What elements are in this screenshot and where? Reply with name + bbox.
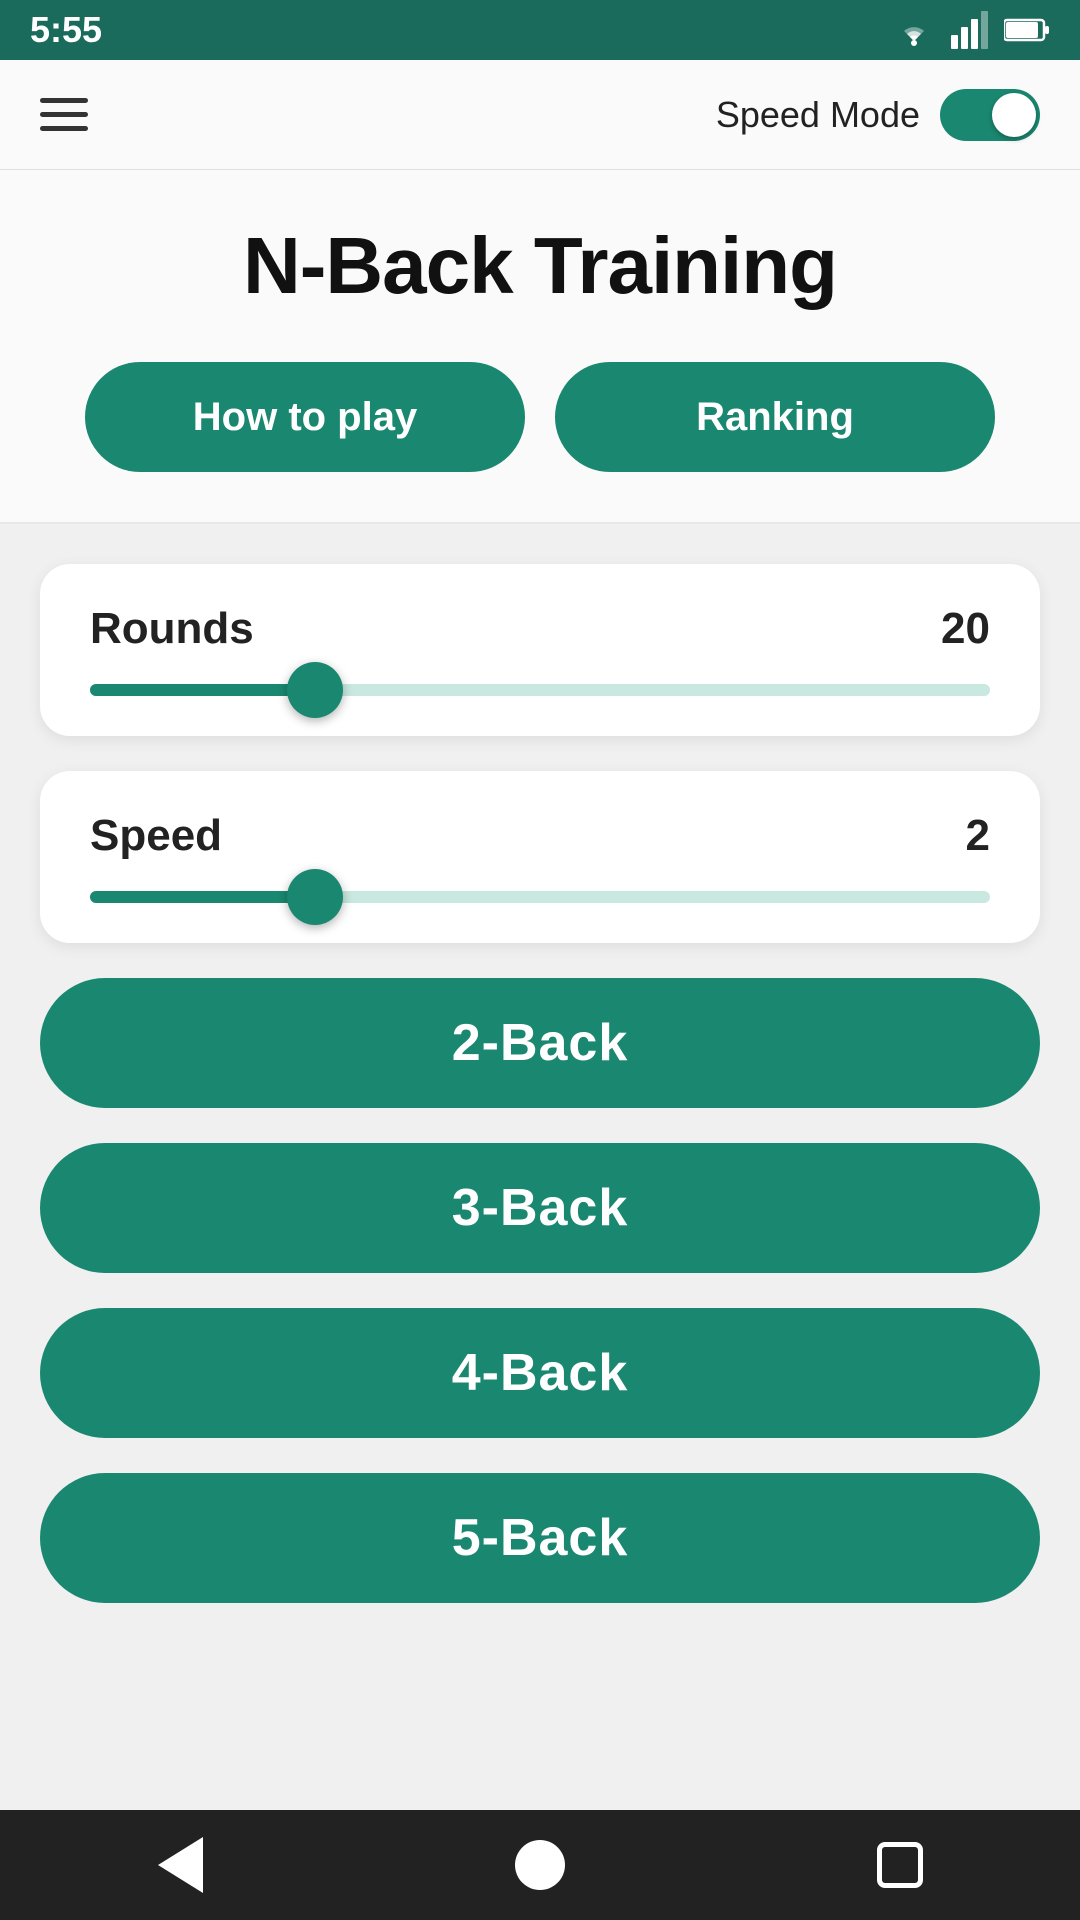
recent-icon xyxy=(877,1842,923,1888)
nav-bar xyxy=(0,1810,1080,1920)
status-icons xyxy=(892,11,1050,49)
speed-slider-card: Speed 2 xyxy=(40,771,1040,943)
top-bar: Speed Mode xyxy=(0,60,1080,170)
speed-mode-toggle[interactable] xyxy=(940,89,1040,141)
rounds-slider-thumb[interactable] xyxy=(287,662,343,718)
hamburger-menu-button[interactable] xyxy=(40,98,88,131)
ranking-button[interactable]: Ranking xyxy=(555,362,995,472)
speed-slider-track[interactable] xyxy=(90,891,990,903)
rounds-slider-card: Rounds 20 xyxy=(40,564,1040,736)
rounds-label: Rounds xyxy=(90,604,254,654)
toggle-thumb xyxy=(992,93,1036,137)
speed-slider-header: Speed 2 xyxy=(90,811,990,861)
5-back-button[interactable]: 5-Back xyxy=(40,1473,1040,1603)
rounds-slider-fill xyxy=(90,684,315,696)
status-bar: 5:55 xyxy=(0,0,1080,60)
speed-mode-label: Speed Mode xyxy=(716,94,920,136)
how-to-play-button[interactable]: How to play xyxy=(85,362,525,472)
app-title: N-Back Training xyxy=(40,220,1040,312)
nav-recent-button[interactable] xyxy=(860,1825,940,1905)
header-buttons: How to play Ranking xyxy=(40,362,1040,472)
status-time: 5:55 xyxy=(30,9,102,51)
hamburger-line-1 xyxy=(40,98,88,103)
speed-slider-fill xyxy=(90,891,315,903)
back-icon xyxy=(158,1837,203,1893)
battery-icon xyxy=(1004,17,1050,43)
nav-back-button[interactable] xyxy=(140,1825,220,1905)
3-back-button[interactable]: 3-Back xyxy=(40,1143,1040,1273)
nav-home-button[interactable] xyxy=(500,1825,580,1905)
hamburger-line-3 xyxy=(40,126,88,131)
speed-label: Speed xyxy=(90,811,222,861)
header-section: N-Back Training How to play Ranking xyxy=(0,170,1080,524)
4-back-button[interactable]: 4-Back xyxy=(40,1308,1040,1438)
wifi-icon xyxy=(892,13,936,47)
rounds-value: 20 xyxy=(941,604,990,654)
signal-icon xyxy=(951,11,989,49)
speed-mode-container: Speed Mode xyxy=(716,89,1040,141)
speed-value: 2 xyxy=(966,811,990,861)
rounds-slider-track[interactable] xyxy=(90,684,990,696)
main-content: Rounds 20 Speed 2 2-Back 3-Back 4-Back 5… xyxy=(0,524,1080,1810)
2-back-button[interactable]: 2-Back xyxy=(40,978,1040,1108)
speed-slider-thumb[interactable] xyxy=(287,869,343,925)
hamburger-line-2 xyxy=(40,112,88,117)
home-icon xyxy=(515,1840,565,1890)
rounds-slider-header: Rounds 20 xyxy=(90,604,990,654)
